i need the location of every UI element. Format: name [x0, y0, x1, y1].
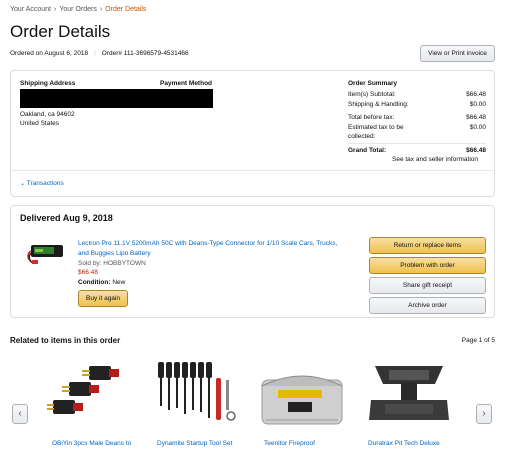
item-price: $66.48 [78, 269, 98, 276]
before-tax-label: Total before tax: [348, 114, 395, 121]
breadcrumb-your-orders[interactable]: Your Orders [59, 6, 96, 13]
carousel-item-image[interactable] [47, 358, 132, 428]
subtotal-value: $66.48 [466, 91, 486, 98]
archive-order-button[interactable]: Archive order [369, 297, 486, 314]
shipping-value: $0.00 [469, 101, 486, 108]
order-summary-heading: Order Summary [348, 80, 398, 87]
product-title-link[interactable]: Lectron Pro 11.1V 5200mAh 50C with Deans… [78, 239, 337, 259]
order-info-box: Shipping Address Payment Method Oakland,… [10, 70, 495, 197]
carousel-item-image[interactable] [258, 362, 346, 428]
order-meta: Ordered on August 6, 2018 | Order# 111-369… [10, 50, 189, 57]
carousel-item-title[interactable]: Duratrax Pit Tech Deluxe [368, 440, 440, 447]
box-divider [11, 170, 494, 171]
breadcrumb-your-account[interactable]: Your Account [10, 6, 51, 13]
subtotal-label: Item(s) Subtotal: [348, 91, 396, 98]
shipping-label: Shipping & Handling: [348, 101, 409, 108]
payment-method-heading: Payment Method [160, 80, 213, 87]
tool-set-image [158, 362, 236, 421]
chevron-down-icon: ⌄ [20, 181, 26, 187]
before-tax-value: $66.48 [466, 114, 486, 121]
buy-it-again-button[interactable]: Buy it again [78, 290, 128, 307]
carousel-item-image[interactable] [365, 360, 453, 428]
shipping-line-2: United States [20, 120, 60, 127]
chevron-left-icon: ‹ [18, 408, 22, 419]
view-print-invoice-button[interactable]: View or Print invoice [420, 45, 495, 62]
carousel-item-image[interactable] [155, 358, 240, 428]
redacted-block [20, 89, 213, 108]
carousel-next-button[interactable]: › [476, 404, 492, 424]
fireproof-bag-image [261, 375, 343, 425]
problem-with-order-button[interactable]: Problem with order [369, 257, 486, 274]
carousel-item-title[interactable]: Dynamite Startup Tool Set [157, 440, 232, 447]
share-gift-receipt-button[interactable]: Share gift receipt [369, 277, 486, 294]
divider: | [94, 50, 96, 57]
transactions-toggle[interactable]: ⌄ Transactions [20, 180, 64, 187]
related-heading: Related to items in this order [10, 336, 121, 345]
breadcrumb: Your Account › Your Orders › Order Details [10, 6, 146, 13]
connector-image [47, 366, 119, 414]
page-title: Order Details [10, 22, 111, 41]
grand-total-label: Grand Total: [348, 147, 387, 154]
shipping-line-1: Oakland, ca 94602 [20, 111, 75, 118]
product-title-line-2: and Buggies Lipo Battery [78, 250, 151, 257]
condition-label: Condition: [78, 279, 111, 286]
breadcrumb-separator: › [99, 6, 103, 13]
carousel-item-title[interactable]: OBiYin 3pcs Male Deans to [52, 440, 131, 447]
tax-value: $0.00 [469, 124, 486, 131]
product-image[interactable] [25, 239, 67, 269]
condition: Condition: New [78, 278, 125, 287]
carousel-page-indicator: Page 1 of 5 [461, 337, 495, 344]
order-number: Order# 111-3696579-4531466 [101, 50, 189, 57]
return-replace-button[interactable]: Return or replace items [369, 237, 486, 254]
sold-by: Sold by: HOBBYTOWN [78, 260, 146, 267]
carousel-prev-button[interactable]: ‹ [12, 404, 28, 424]
shipping-address-heading: Shipping Address [20, 80, 76, 87]
grand-total-value: $66.48 [466, 147, 486, 154]
breadcrumb-separator: › [54, 6, 57, 13]
tax-seller-info-link[interactable]: See tax and seller information [392, 156, 478, 163]
transactions-label: Transactions [26, 180, 64, 187]
carousel-item-title[interactable]: Teenitor Fireproof [264, 440, 315, 447]
delivery-status-heading: Delivered Aug 9, 2018 [20, 213, 113, 223]
tax-label: Estimated tax to be [348, 124, 404, 131]
tax-label-2: collected: [348, 133, 376, 140]
battery-image [27, 245, 63, 264]
ordered-on: Ordered on August 6, 2018 [10, 50, 89, 57]
breadcrumb-current: Order Details [105, 6, 147, 13]
condition-value: New [112, 279, 126, 286]
product-title-line-1: Lectron Pro 11.1V 5200mAh 50C with Deans… [78, 240, 338, 247]
pit-tech-image [369, 366, 449, 420]
shipment-box: Delivered Aug 9, 2018 Lectron Pro 11.1V … [10, 205, 495, 318]
chevron-right-icon: › [482, 408, 486, 419]
summary-divider [348, 143, 486, 144]
